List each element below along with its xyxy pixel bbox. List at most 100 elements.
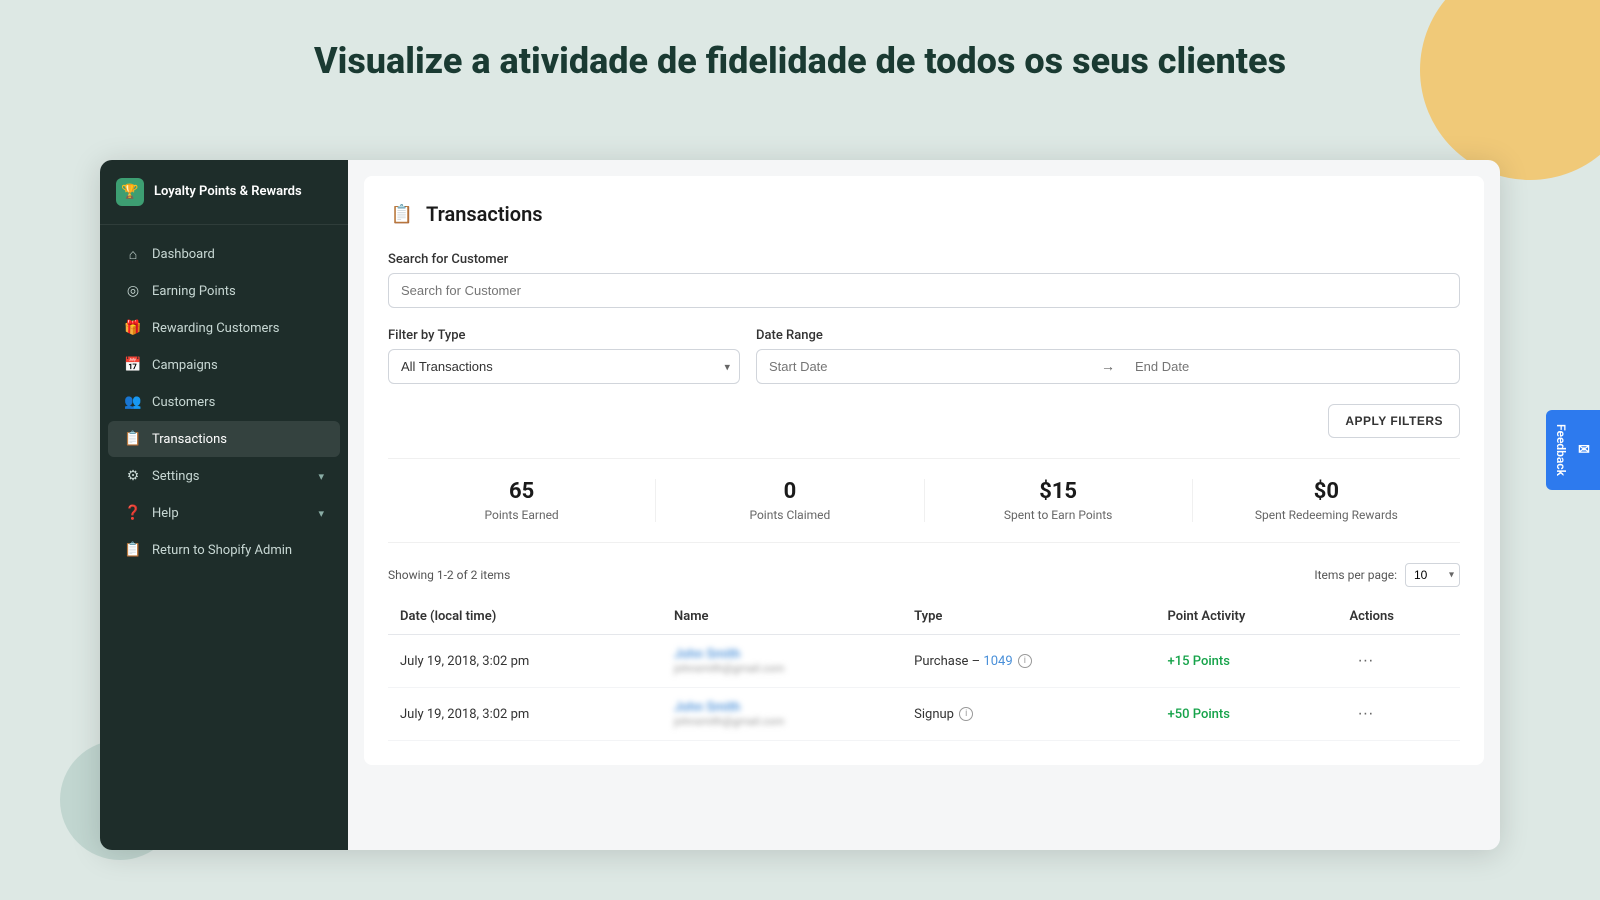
stat-spent-redeeming: $0 Spent Redeeming Rewards — [1193, 479, 1460, 522]
sidebar: 🏆 Loyalty Points & Rewards ⌂ Dashboard ◎… — [100, 160, 348, 850]
campaigns-icon: 📅 — [124, 356, 142, 374]
sidebar-logo-text: Loyalty Points & Rewards — [154, 184, 302, 201]
end-date-input[interactable] — [1123, 350, 1459, 383]
row1-date: July 19, 2018, 3:02 pm — [388, 635, 662, 688]
stat-value-spent-redeeming: $0 — [1193, 479, 1460, 504]
sidebar-item-label-campaigns: Campaigns — [152, 358, 218, 373]
row2-email: johnsmith@gmail.com — [674, 715, 890, 728]
filter-type-select-wrapper: All Transactions Points Earned Points Cl… — [388, 349, 740, 384]
per-page-wrapper: 10 25 50 100 ▾ — [1405, 563, 1460, 587]
customers-icon: 👥 — [124, 393, 142, 411]
row1-name[interactable]: John Smith — [674, 647, 740, 662]
table-body: July 19, 2018, 3:02 pm John Smith johnsm… — [388, 635, 1460, 741]
stat-label-spent-earn: Spent to Earn Points — [925, 508, 1192, 522]
settings-icon: ⚙ — [124, 467, 142, 485]
row2-name[interactable]: John Smith — [674, 700, 740, 715]
items-per-page-control: Items per page: 10 25 50 100 ▾ — [1314, 563, 1460, 587]
col-header-point-activity: Point Activity — [1156, 599, 1338, 635]
filter-type-select[interactable]: All Transactions Points Earned Points Cl… — [388, 349, 740, 384]
row1-type-text: Purchase – — [914, 654, 983, 669]
row2-type-text: Signup — [914, 707, 954, 722]
stat-label-points-earned: Points Earned — [388, 508, 655, 522]
apply-filters-button[interactable]: APPLY FILTERS — [1328, 404, 1460, 438]
row1-points: +15 Points — [1156, 635, 1338, 688]
table-header: Date (local time) Name Type Point Activi… — [388, 599, 1460, 635]
stat-label-spent-redeeming: Spent Redeeming Rewards — [1193, 508, 1460, 522]
feedback-label: Feedback — [1554, 424, 1568, 476]
stat-label-points-claimed: Points Claimed — [656, 508, 923, 522]
row2-points: +50 Points — [1156, 688, 1338, 741]
items-per-page-label: Items per page: — [1314, 568, 1397, 582]
table-row: July 19, 2018, 3:02 pm John Smith johnsm… — [388, 688, 1460, 741]
search-input[interactable] — [388, 273, 1460, 308]
sidebar-item-label-return-shopify: Return to Shopify Admin — [152, 543, 292, 558]
transactions-table: Date (local time) Name Type Point Activi… — [388, 599, 1460, 741]
transactions-icon: 📋 — [124, 430, 142, 448]
date-range-inputs: → — [756, 349, 1460, 384]
stat-spent-earn: $15 Spent to Earn Points — [925, 479, 1193, 522]
sidebar-item-label-customers: Customers — [152, 395, 215, 410]
col-header-type: Type — [902, 599, 1155, 635]
page-title: Transactions — [426, 202, 543, 226]
sidebar-item-dashboard[interactable]: ⌂ Dashboard — [108, 236, 340, 272]
filter-date-group: Date Range → — [756, 328, 1460, 384]
row2-actions-cell: ··· — [1337, 688, 1460, 741]
row1-actions-button[interactable]: ··· — [1349, 648, 1381, 674]
col-header-name: Name — [662, 599, 902, 635]
row1-type-link[interactable]: 1049 — [983, 654, 1012, 669]
sidebar-nav: ⌂ Dashboard ◎ Earning Points 🎁 Rewarding… — [100, 225, 348, 850]
stat-points-earned: 65 Points Earned — [388, 479, 656, 522]
row2-points-value: +50 Points — [1168, 707, 1230, 722]
per-page-select[interactable]: 10 25 50 100 — [1405, 563, 1460, 587]
hero-title: Visualize a atividade de fidelidade de t… — [0, 40, 1600, 82]
sidebar-item-transactions[interactable]: 📋 Transactions — [108, 421, 340, 457]
earning-points-icon: ◎ — [124, 282, 142, 300]
feedback-tab[interactable]: ✉ Feedback — [1546, 410, 1600, 490]
search-label: Search for Customer — [388, 252, 1460, 267]
table-info-bar: Showing 1-2 of 2 items Items per page: 1… — [388, 563, 1460, 587]
row1-email: johnsmith@gmail.com — [674, 662, 890, 675]
sidebar-item-settings[interactable]: ⚙ Settings ▾ — [108, 458, 340, 494]
col-header-date: Date (local time) — [388, 599, 662, 635]
row2-date: July 19, 2018, 3:02 pm — [388, 688, 662, 741]
stat-value-points-earned: 65 — [388, 479, 655, 504]
sidebar-item-label-dashboard: Dashboard — [152, 247, 215, 262]
date-range-label: Date Range — [756, 328, 1460, 343]
sidebar-item-label-earning-points: Earning Points — [152, 284, 236, 299]
main-content: 📋 Transactions Search for Customer Filte… — [348, 160, 1500, 850]
row1-points-value: +15 Points — [1168, 654, 1230, 669]
bg-decoration-circle — [1420, 0, 1600, 180]
showing-text: Showing 1-2 of 2 items — [388, 568, 510, 582]
row1-actions-cell: ··· — [1337, 635, 1460, 688]
sidebar-item-campaigns[interactable]: 📅 Campaigns — [108, 347, 340, 383]
filter-type-group: Filter by Type All Transactions Points E… — [388, 328, 740, 384]
table-header-row: Date (local time) Name Type Point Activi… — [388, 599, 1460, 635]
sidebar-item-help[interactable]: ❓ Help ▾ — [108, 495, 340, 531]
start-date-input[interactable] — [757, 350, 1093, 383]
stat-value-spent-earn: $15 — [925, 479, 1192, 504]
row1-info-icon: i — [1018, 654, 1032, 668]
row2-actions-button[interactable]: ··· — [1349, 701, 1381, 727]
filter-type-label: Filter by Type — [388, 328, 740, 343]
date-arrow-icon: → — [1093, 358, 1123, 375]
filters-row: Filter by Type All Transactions Points E… — [388, 328, 1460, 384]
sidebar-item-return-shopify[interactable]: 📋 Return to Shopify Admin — [108, 532, 340, 568]
stat-value-points-claimed: 0 — [656, 479, 923, 504]
row2-info-icon: i — [959, 707, 973, 721]
row1-name-text: John Smith — [674, 647, 740, 662]
row1-type-cell: Purchase – 1049 i — [902, 635, 1155, 688]
logo-icon-glyph: 🏆 — [121, 184, 138, 200]
rewarding-customers-icon: 🎁 — [124, 319, 142, 337]
settings-chevron-icon: ▾ — [318, 470, 324, 483]
transactions-card: 📋 Transactions Search for Customer Filte… — [364, 176, 1484, 765]
col-header-actions: Actions — [1337, 599, 1460, 635]
page-header: 📋 Transactions — [388, 200, 1460, 228]
sidebar-item-customers[interactable]: 👥 Customers — [108, 384, 340, 420]
sidebar-item-label-transactions: Transactions — [152, 432, 227, 447]
dashboard-icon: ⌂ — [124, 245, 142, 263]
sidebar-item-earning-points[interactable]: ◎ Earning Points — [108, 273, 340, 309]
row1-name-cell: John Smith johnsmith@gmail.com — [662, 635, 902, 688]
return-shopify-icon: 📋 — [124, 541, 142, 559]
sidebar-item-label-help: Help — [152, 506, 179, 521]
sidebar-item-rewarding-customers[interactable]: 🎁 Rewarding Customers — [108, 310, 340, 346]
